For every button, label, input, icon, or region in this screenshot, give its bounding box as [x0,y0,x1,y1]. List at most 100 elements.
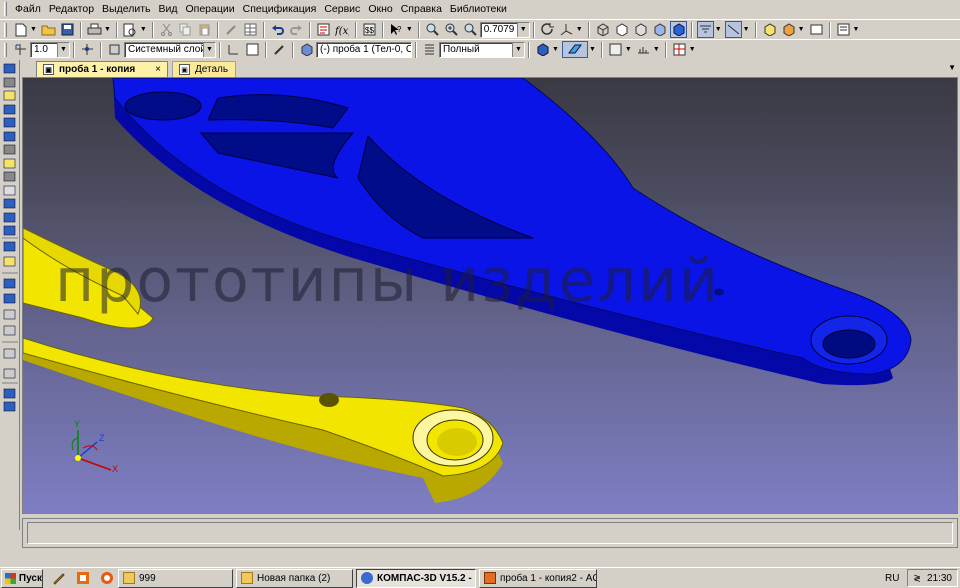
spec-dropdown[interactable]: ▼ [689,46,696,53]
taskbar-button-acd[interactable]: проба 1 - копия2 - ACD... [479,568,597,588]
clock[interactable]: 21:30 [927,573,952,584]
menu-file[interactable]: Файл [11,0,45,18]
menu-libraries[interactable]: Библиотеки [446,0,511,18]
tab-detail[interactable]: ▣ Деталь [172,61,236,77]
language-indicator[interactable]: RU [885,573,899,584]
rotate-icon[interactable] [539,21,556,38]
report-dropdown[interactable]: ▼ [853,26,860,33]
preview-icon[interactable] [122,21,139,38]
tool-icon [3,198,16,209]
taskbar-button-new-folder[interactable]: Новая папка (2) [236,568,353,588]
paste-icon[interactable] [196,21,213,38]
perspective-icon[interactable] [696,21,714,38]
compact-panel-icons[interactable] [0,60,20,530]
new-document-dropdown[interactable]: ▼ [30,26,37,33]
undo-icon[interactable] [269,21,286,38]
mode-dropdown-arrow[interactable]: ▼ [512,42,524,57]
thin-hidden-icon[interactable] [632,21,649,38]
taskbar-button-kompas[interactable]: КОМПАС-3D V15.2 - п... [356,568,476,588]
library-manager-icon[interactable]: $$ [361,21,378,38]
orientation-dropdown[interactable]: ▼ [576,26,583,33]
tab-label: Деталь [195,64,229,75]
properties-icon[interactable] [223,21,240,38]
menu-service[interactable]: Сервис [320,0,364,18]
shaded-icon[interactable] [669,21,687,38]
cursor-step-icon[interactable] [12,41,29,58]
variables-icon[interactable]: f(x) [334,21,351,38]
measure-dropdown[interactable]: ▼ [653,46,660,53]
layer-icon[interactable] [106,41,123,58]
report-icon[interactable] [835,21,852,38]
material-icon[interactable] [534,41,551,58]
zoom-scale-icon[interactable] [462,21,479,38]
measure-icon[interactable] [635,41,652,58]
redo-icon[interactable] [288,21,305,38]
edit-part-icon[interactable] [271,41,288,58]
zoom-in-icon[interactable] [443,21,460,38]
close-icon[interactable]: × [155,64,161,75]
new-document-icon[interactable] [12,21,29,38]
quicklaunch-app-icon[interactable] [75,570,91,586]
menu-grip[interactable] [4,2,7,16]
view-mode-icon[interactable] [421,41,438,58]
color-dropdown[interactable]: ▼ [589,46,596,53]
menu-operations[interactable]: Операции [181,0,238,18]
layer-dropdown-arrow[interactable]: ▼ [203,42,215,57]
step-dropdown-arrow[interactable]: ▼ [57,42,69,57]
menu-select[interactable]: Выделить [98,0,154,18]
properties-edit-icon[interactable] [244,41,261,58]
taskbar-button-999[interactable]: 999 [118,568,233,588]
menu-window[interactable]: Окно [364,0,396,18]
preview-dropdown[interactable]: ▼ [140,26,147,33]
start-button[interactable]: Пуск [1,568,43,588]
quicklaunch-pencil-icon[interactable] [51,570,67,586]
mcc-dropdown[interactable]: ▼ [625,46,632,53]
tray-expand-icon[interactable]: ≷ [913,573,921,584]
filter-dropdown[interactable]: ▼ [798,26,805,33]
menu-specification[interactable]: Спецификация [239,0,321,18]
layer-field[interactable]: Системный слой (0) ▼ [124,41,216,58]
material-dropdown[interactable]: ▼ [552,46,559,53]
tool-icon [3,368,16,379]
cut-icon[interactable] [158,21,175,38]
hidden-lines-icon[interactable] [613,21,630,38]
tab-list-arrow-icon[interactable]: ▼ [948,63,956,72]
manager-icon[interactable] [315,21,332,38]
model-viewport[interactable]: X Y Z прототипы изделий [22,77,958,514]
local-cs-icon[interactable] [225,41,242,58]
menu-editor[interactable]: Редактор [45,0,98,18]
snap-icon[interactable] [79,41,96,58]
print-dropdown[interactable]: ▼ [104,26,111,33]
section-icon[interactable] [724,21,742,38]
halftone-icon[interactable] [651,21,668,38]
display-icon[interactable] [808,21,825,38]
zoom-dropdown-arrow[interactable]: ▼ [516,22,529,37]
section-dropdown[interactable]: ▼ [743,26,750,33]
filter2-icon[interactable] [780,21,797,38]
help-pointer-icon[interactable]: ? [388,21,405,38]
filter-icon[interactable] [761,21,778,38]
menu-help[interactable]: Справка [397,0,446,18]
tab-proba-copy[interactable]: ▣ проба 1 - копия × [36,61,168,77]
spec-table-icon[interactable] [242,21,259,38]
menu-view[interactable]: Вид [154,0,181,18]
wireframe-icon[interactable] [594,21,611,38]
copy-icon[interactable] [177,21,194,38]
help-dropdown[interactable]: ▼ [406,26,413,33]
mcc-icon[interactable] [607,41,624,58]
zoom-field[interactable]: 0.7079 ▼ [479,21,530,38]
step-field[interactable]: 1.0 ▼ [30,41,70,58]
separator [73,41,75,58]
color-icon[interactable] [561,41,588,58]
print-icon[interactable] [86,21,103,38]
quicklaunch-browser-icon[interactable] [99,570,115,586]
mode-field[interactable]: Полный ▼ [439,41,525,58]
zoom-window-icon[interactable] [424,21,441,38]
spec-object-icon[interactable] [671,41,688,58]
open-folder-icon[interactable] [40,21,57,38]
orientation-icon[interactable] [558,21,575,38]
body-icon[interactable] [298,41,315,58]
save-icon[interactable] [59,21,76,38]
perspective-dropdown[interactable]: ▼ [715,26,722,33]
part-field[interactable]: (-) проба 1 (Тел-0, С [316,41,412,58]
